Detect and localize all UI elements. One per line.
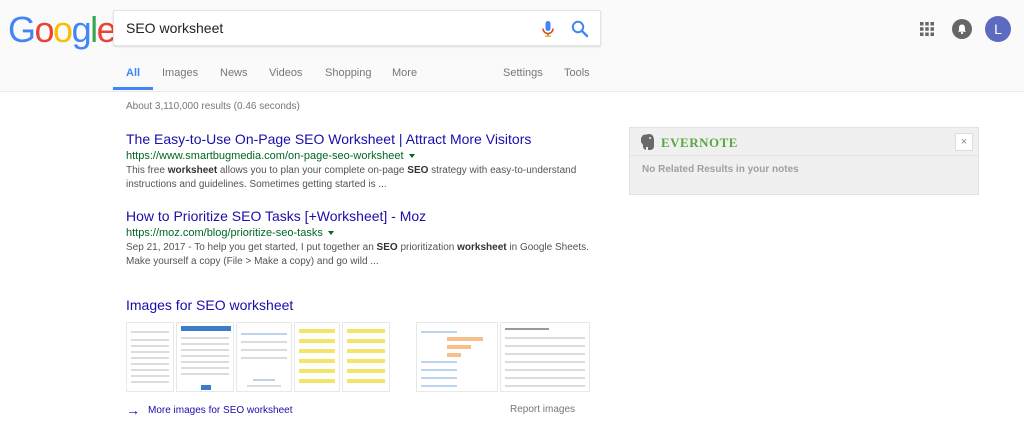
evernote-header: EVERNOTE × bbox=[630, 128, 978, 156]
result-stats: About 3,110,000 results (0.46 seconds) bbox=[126, 101, 300, 112]
result-snippet: This free worksheet allows you to plan y… bbox=[126, 164, 596, 192]
tab-images[interactable]: Images bbox=[162, 67, 198, 79]
logo-letter: G bbox=[8, 9, 36, 50]
header-bar: Google L All Images News Videos bbox=[0, 0, 1024, 92]
arrow-right-icon: → bbox=[126, 402, 140, 418]
report-images-link[interactable]: Report images bbox=[510, 404, 575, 415]
image-thumbnail[interactable] bbox=[176, 322, 234, 392]
active-tab-indicator bbox=[113, 87, 153, 90]
snippet-highlight: worksheet bbox=[167, 165, 218, 176]
result-title-link[interactable]: The Easy-to-Use On-Page SEO Worksheet | … bbox=[126, 131, 596, 147]
search-box bbox=[113, 10, 601, 46]
result-url: https://www.smartbugmedia.com/on-page-se… bbox=[126, 149, 596, 163]
logo-letter: o bbox=[34, 9, 55, 50]
tab-news[interactable]: News bbox=[220, 67, 248, 79]
image-thumbnail[interactable] bbox=[342, 322, 390, 392]
tab-shopping[interactable]: Shopping bbox=[325, 67, 372, 79]
bell-icon bbox=[958, 24, 966, 35]
search-input[interactable] bbox=[126, 16, 526, 40]
snippet-text: allows you to plan your complete on-page bbox=[217, 165, 408, 176]
url-dropdown-icon[interactable] bbox=[408, 154, 415, 159]
more-images-label: More images for SEO worksheet bbox=[148, 405, 293, 416]
logo-letter: g bbox=[71, 9, 92, 50]
snippet-text: prioritization bbox=[397, 242, 458, 253]
search-tabs: All Images News Videos Shopping More Set… bbox=[0, 62, 1024, 92]
elephant-icon bbox=[641, 134, 654, 150]
apps-grid-icon[interactable] bbox=[919, 21, 935, 37]
tab-settings[interactable]: Settings bbox=[503, 67, 543, 79]
evernote-panel: EVERNOTE × No Related Results in your no… bbox=[629, 127, 979, 195]
tab-more[interactable]: More bbox=[392, 67, 417, 79]
evernote-message: No Related Results in your notes bbox=[642, 164, 799, 175]
more-images-link[interactable]: → More images for SEO worksheet bbox=[126, 402, 293, 418]
logo-letter: o bbox=[53, 9, 73, 50]
snippet-highlight: SEO bbox=[407, 165, 429, 176]
evernote-name: EVERNOTE bbox=[661, 135, 738, 150]
mic-icon[interactable] bbox=[538, 19, 558, 39]
notifications-icon[interactable] bbox=[952, 19, 972, 39]
result-url: https://moz.com/blog/prioritize-seo-task… bbox=[126, 226, 596, 240]
result-title-link[interactable]: How to Prioritize SEO Tasks [+Worksheet]… bbox=[126, 208, 596, 224]
google-logo[interactable]: Google bbox=[8, 9, 117, 50]
avatar[interactable]: L bbox=[985, 16, 1011, 42]
image-thumbnail[interactable] bbox=[236, 322, 292, 392]
snippet-text: This free bbox=[126, 165, 168, 176]
image-thumbnail[interactable] bbox=[500, 322, 590, 392]
result-snippet: Sep 21, 2017 - To help you get started, … bbox=[126, 241, 596, 269]
search-icon[interactable] bbox=[570, 19, 590, 39]
snippet-text: Sep 21, 2017 - To help you get started, … bbox=[126, 242, 377, 253]
snippet-highlight: worksheet bbox=[457, 242, 507, 253]
url-dropdown-icon[interactable] bbox=[327, 231, 334, 236]
search-result: The Easy-to-Use On-Page SEO Worksheet | … bbox=[126, 131, 596, 192]
image-thumbnail[interactable] bbox=[294, 322, 340, 392]
tab-tools[interactable]: Tools bbox=[564, 67, 590, 79]
result-url-text: https://www.smartbugmedia.com/on-page-se… bbox=[126, 150, 404, 162]
tab-videos[interactable]: Videos bbox=[269, 67, 302, 79]
snippet-highlight: SEO bbox=[376, 242, 398, 253]
image-thumbnail[interactable] bbox=[416, 322, 498, 392]
image-thumbnail[interactable] bbox=[126, 322, 174, 392]
tab-all[interactable]: All bbox=[126, 67, 140, 79]
result-url-text: https://moz.com/blog/prioritize-seo-task… bbox=[126, 227, 323, 239]
search-result: How to Prioritize SEO Tasks [+Worksheet]… bbox=[126, 208, 596, 269]
images-section-title[interactable]: Images for SEO worksheet bbox=[126, 297, 293, 313]
close-button[interactable]: × bbox=[955, 133, 973, 151]
